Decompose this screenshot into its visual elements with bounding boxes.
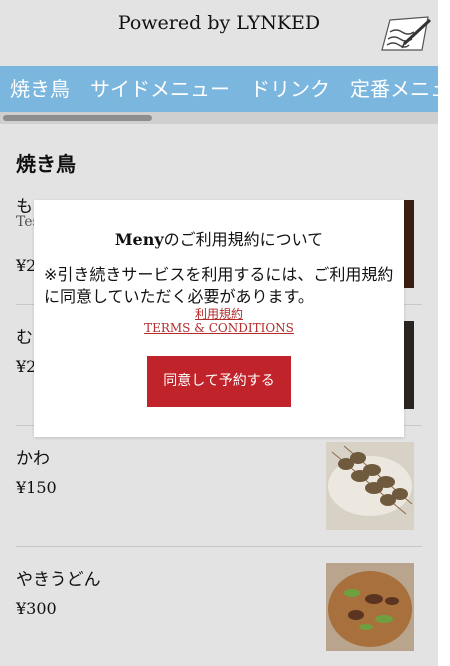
header: Powered by LYNKED	[0, 0, 438, 66]
section-title: 焼き鳥	[16, 152, 76, 176]
terms-link-jp[interactable]: 利用規約	[34, 305, 404, 322]
dialog-message: ※引き続きサービスを利用するには、ご利用規約に同意していただく必要があります。	[44, 265, 394, 306]
item-price: ¥150	[16, 478, 57, 497]
menu-page: Powered by LYNKED 焼き鳥サイドメニュードリンク定番メニュー 焼…	[0, 0, 438, 666]
dialog-title: Menyのご利用規約について	[34, 226, 404, 250]
item-price: ¥300	[16, 599, 57, 618]
item-name: む	[16, 328, 33, 348]
tabs-scrollbar[interactable]	[0, 112, 438, 124]
tab-side-menu[interactable]: サイドメニュー	[80, 66, 240, 112]
dialog-title-brand: Meny	[114, 230, 164, 249]
scrollbar-thumb[interactable]	[3, 115, 152, 121]
item-photo	[326, 442, 414, 530]
dialog-title-text: のご利用規約について	[163, 230, 324, 249]
item-name: かわ	[16, 449, 50, 469]
menu-item[interactable]: かわ ¥150	[16, 426, 422, 547]
agree-and-reserve-button[interactable]: 同意して予約する	[147, 356, 291, 407]
page-title: Powered by LYNKED	[117, 12, 321, 34]
menu-item[interactable]: やきうどん ¥300	[16, 547, 422, 666]
item-photo	[326, 563, 414, 651]
category-tabs: 焼き鳥サイドメニュードリンク定番メニュー	[0, 66, 438, 112]
tab-yakitori[interactable]: 焼き鳥	[0, 66, 80, 112]
terms-dialog: Menyのご利用規約について ※引き続きサービスを利用するには、ご利用規約に同意…	[34, 200, 404, 437]
terms-link-en[interactable]: TERMS & CONDITIONS	[34, 321, 404, 335]
tab-standard-menu[interactable]: 定番メニュー	[340, 66, 438, 112]
notepad-pencil-icon[interactable]	[378, 14, 434, 54]
tab-drink[interactable]: ドリンク	[240, 66, 340, 112]
item-name: やきうどん	[16, 570, 101, 590]
